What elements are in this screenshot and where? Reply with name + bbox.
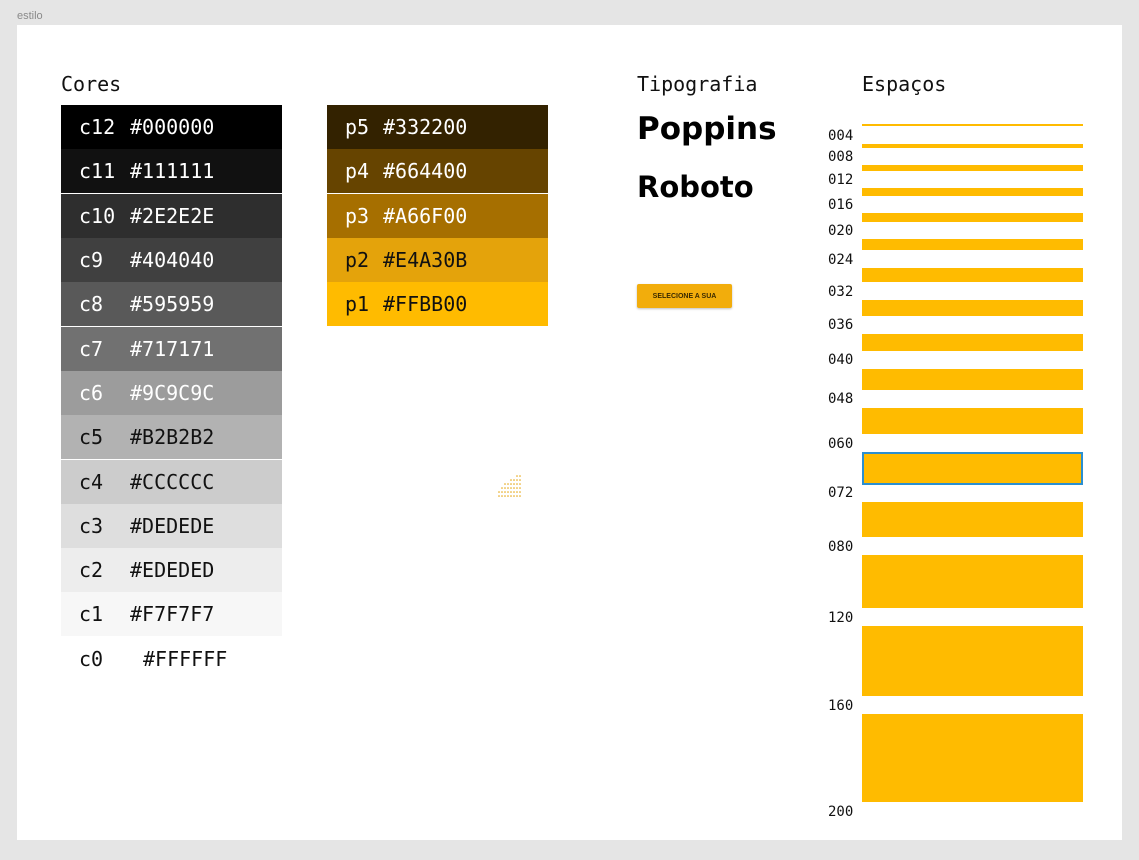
- space-bar-036[interactable]: [862, 300, 1083, 316]
- swatch-c11[interactable]: c11 #111111: [61, 149, 282, 193]
- swatch-code: c12: [79, 115, 116, 139]
- space-label-080: 080: [828, 539, 854, 555]
- swatch-c10[interactable]: c10 #2E2E2E: [61, 194, 282, 238]
- swatch-c1[interactable]: c1 #F7F7F7: [61, 592, 282, 636]
- space-bar-004[interactable]: [862, 124, 1083, 126]
- space-label-024: 024: [828, 252, 854, 268]
- swatch-code: p3: [345, 204, 370, 228]
- space-bar-032[interactable]: [862, 268, 1083, 282]
- space-label-040: 040: [828, 352, 854, 368]
- font-sample-roboto[interactable]: Roboto: [637, 170, 754, 204]
- space-bar-060[interactable]: [862, 408, 1083, 434]
- swatch-c12[interactable]: c12 #000000: [61, 105, 282, 149]
- swatch-hex: #332200: [383, 115, 468, 139]
- frame-label[interactable]: estilo: [17, 10, 43, 22]
- swatch-hex: #FFBB00: [383, 292, 468, 316]
- swatch-hex: #595959: [130, 292, 215, 316]
- swatch-hex: #FFFFFF: [143, 647, 228, 671]
- space-bar-024[interactable]: [862, 239, 1083, 250]
- swatch-hex: #9C9C9C: [130, 381, 215, 405]
- space-label-008: 008: [828, 149, 854, 165]
- swatch-code: c2: [79, 558, 104, 582]
- swatch-c3[interactable]: c3 #DEDEDE: [61, 504, 282, 548]
- select-button-sample[interactable]: SELECIONE A SUA: [637, 284, 732, 308]
- space-label-004: 004: [828, 128, 854, 144]
- swatch-c6[interactable]: c6 #9C9C9C: [61, 371, 282, 415]
- swatch-code: c0: [79, 647, 104, 671]
- space-bar-020[interactable]: [862, 213, 1083, 222]
- swatch-hex: #F7F7F7: [130, 602, 215, 626]
- swatch-hex: #B2B2B2: [130, 425, 215, 449]
- space-bar-016[interactable]: [862, 188, 1083, 196]
- swatch-c9[interactable]: c9 #404040: [61, 238, 282, 282]
- swatch-hex: #000000: [130, 115, 215, 139]
- space-label-032: 032: [828, 284, 854, 300]
- dot-grid-icon: [498, 475, 521, 497]
- colors-heading: Cores: [61, 72, 122, 96]
- space-label-012: 012: [828, 172, 854, 188]
- space-label-060: 060: [828, 436, 854, 452]
- typography-heading: Tipografia: [637, 72, 758, 96]
- swatch-code: c6: [79, 381, 104, 405]
- space-bar-200[interactable]: [862, 714, 1083, 802]
- space-bar-040[interactable]: [862, 334, 1083, 351]
- swatch-p3[interactable]: p3 #A66F00: [327, 194, 548, 238]
- space-bar-160[interactable]: [862, 626, 1083, 696]
- swatch-c0[interactable]: c0 #FFFFFF: [61, 637, 282, 681]
- swatch-code: c7: [79, 337, 104, 361]
- space-label-160: 160: [828, 698, 854, 714]
- swatch-p2[interactable]: p2 #E4A30B: [327, 238, 548, 282]
- swatch-c8[interactable]: c8 #595959: [61, 282, 282, 326]
- swatch-hex: #404040: [130, 248, 215, 272]
- swatch-p4[interactable]: p4 #664400: [327, 149, 548, 193]
- space-bar-120[interactable]: [862, 555, 1083, 608]
- swatch-c4[interactable]: c4 #CCCCCC: [61, 460, 282, 504]
- swatch-code: c4: [79, 470, 104, 494]
- space-bar-008[interactable]: [862, 144, 1083, 148]
- font-sample-poppins[interactable]: Poppins: [637, 111, 777, 147]
- swatch-code: p4: [345, 159, 370, 183]
- space-bar-012[interactable]: [862, 165, 1083, 171]
- space-label-072: 072: [828, 485, 854, 501]
- swatch-hex: #A66F00: [383, 204, 468, 228]
- swatch-c7[interactable]: c7 #717171: [61, 327, 282, 371]
- swatch-hex: #CCCCCC: [130, 470, 215, 494]
- space-label-036: 036: [828, 317, 854, 333]
- space-bar-072[interactable]: [862, 452, 1083, 485]
- swatch-p5[interactable]: p5 #332200: [327, 105, 548, 149]
- swatch-c2[interactable]: c2 #EDEDED: [61, 548, 282, 592]
- swatch-p1[interactable]: p1 #FFBB00: [327, 282, 548, 326]
- swatch-code: c10: [79, 204, 116, 228]
- spacing-heading: Espaços: [862, 72, 947, 96]
- swatch-hex: #2E2E2E: [130, 204, 215, 228]
- space-label-200: 200: [828, 804, 854, 820]
- space-label-120: 120: [828, 610, 854, 626]
- swatch-code: p5: [345, 115, 370, 139]
- swatch-c5[interactable]: c5 #B2B2B2: [61, 415, 282, 459]
- swatch-hex: #E4A30B: [383, 248, 468, 272]
- swatch-code: c3: [79, 514, 104, 538]
- swatch-code: c1: [79, 602, 104, 626]
- space-label-016: 016: [828, 197, 854, 213]
- space-bar-080[interactable]: [862, 502, 1083, 537]
- swatch-hex: #EDEDED: [130, 558, 215, 582]
- swatch-code: c11: [79, 159, 116, 183]
- swatch-code: c5: [79, 425, 104, 449]
- space-label-048: 048: [828, 391, 854, 407]
- swatch-code: p2: [345, 248, 370, 272]
- swatch-hex: #664400: [383, 159, 468, 183]
- swatch-code: c8: [79, 292, 104, 316]
- swatch-hex: #DEDEDE: [130, 514, 215, 538]
- swatch-hex: #111111: [130, 159, 215, 183]
- space-label-020: 020: [828, 223, 854, 239]
- swatch-code: p1: [345, 292, 370, 316]
- space-bar-048[interactable]: [862, 369, 1083, 390]
- swatch-code: c9: [79, 248, 104, 272]
- swatch-hex: #717171: [130, 337, 215, 361]
